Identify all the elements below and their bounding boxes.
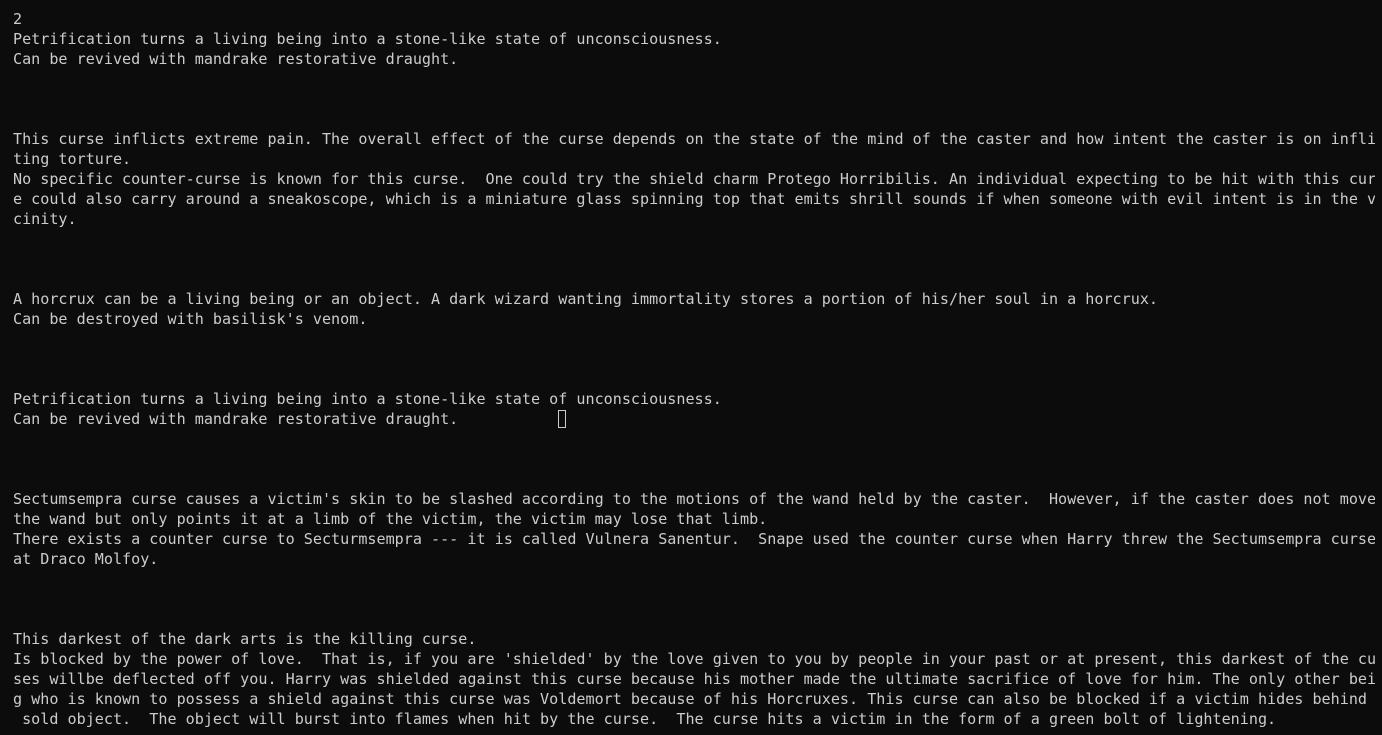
terminal-line: There exists a counter curse to Secturms… [13,530,1375,548]
terminal-line: sold object. The object will burst into … [13,710,1277,728]
terminal-line: Is blocked by the power of love. That is… [13,650,1375,668]
terminal-line: g who is known to possess a shield again… [13,690,1375,708]
terminal-line: the wand but only points it at a limb of… [13,510,768,528]
terminal-line: cinity. [13,210,77,228]
terminal-line: This darkest of the dark arts is the kil… [13,630,477,648]
text-cursor [558,410,567,428]
terminal-line: Can be revived with mandrake restorative… [13,409,1375,429]
terminal-line: ses willbe deflected off you. Harry was … [13,670,1375,688]
terminal-line: Can be destroyed with basilisk's venom. [13,310,368,328]
terminal-line: Petrification turns a living being into … [13,390,722,408]
terminal-line: ting torture. [13,150,132,168]
terminal-line: at Draco Molfoy. [13,550,159,568]
terminal-line: This curse inflicts extreme pain. The ov… [13,130,1375,148]
terminal-line: No specific counter-curse is known for t… [13,170,1375,188]
terminal-output[interactable]: 2 Petrification turns a living being int… [13,9,1375,735]
terminal-line: e could also carry around a sneakoscope,… [13,190,1375,208]
terminal-line: Can be revived with mandrake restorative… [13,50,459,68]
terminal-line: 2 [13,10,23,28]
terminal-line: A horcrux can be a living being or an ob… [13,290,1158,308]
terminal-line: Sectumsempra curse causes a victim's ski… [13,490,1375,508]
terminal-line: Petrification turns a living being into … [13,30,722,48]
